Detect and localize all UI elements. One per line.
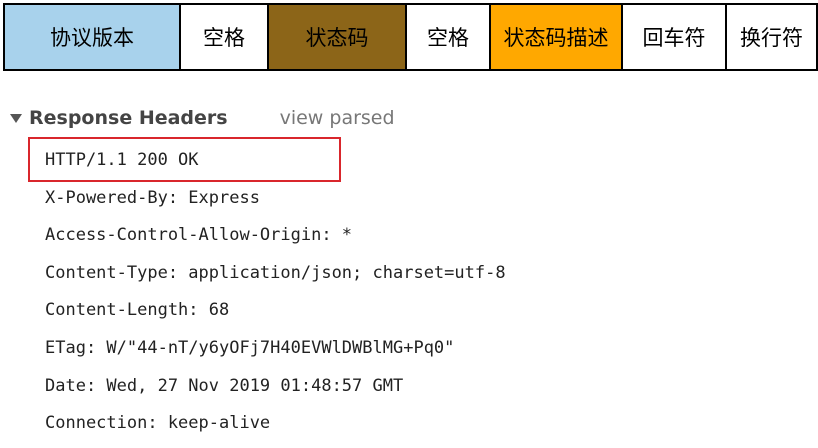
header-line: ETag: W/"44-nT/y6yOFj7H40EVWlDWBlMG+Pq0" bbox=[45, 337, 455, 358]
header-lines-list: HTTP/1.1 200 OK X-Powered-By: Express Ac… bbox=[45, 146, 506, 447]
cell-status-code: 状态码 bbox=[267, 3, 407, 71]
header-line: Content-Type: application/json; charset=… bbox=[45, 262, 506, 283]
cell-space-1: 空格 bbox=[179, 3, 269, 71]
cell-line-feed: 换行符 bbox=[725, 3, 818, 71]
section-title: Response Headers bbox=[29, 107, 228, 129]
status-line-highlight bbox=[28, 137, 341, 182]
cell-protocol-version: 协议版本 bbox=[3, 3, 181, 71]
response-headers-section-header[interactable]: Response Headers view parsed bbox=[10, 106, 395, 130]
triangle-down-icon[interactable] bbox=[10, 113, 22, 123]
cell-space-2: 空格 bbox=[405, 3, 491, 71]
cell-status-description: 状态码描述 bbox=[489, 3, 623, 71]
view-parsed-link[interactable]: view parsed bbox=[280, 107, 395, 129]
header-line: Access-Control-Allow-Origin: * bbox=[45, 225, 353, 246]
status-line-diagram: 协议版本 空格 状态码 空格 状态码描述 回车符 换行符 bbox=[3, 3, 818, 71]
header-line: Connection: keep-alive bbox=[45, 413, 271, 434]
header-line: Content-Length: 68 bbox=[45, 300, 230, 321]
header-line: X-Powered-By: Express bbox=[45, 187, 260, 208]
cell-carriage-return: 回车符 bbox=[621, 3, 727, 71]
header-line: Date: Wed, 27 Nov 2019 01:48:57 GMT bbox=[45, 375, 404, 396]
